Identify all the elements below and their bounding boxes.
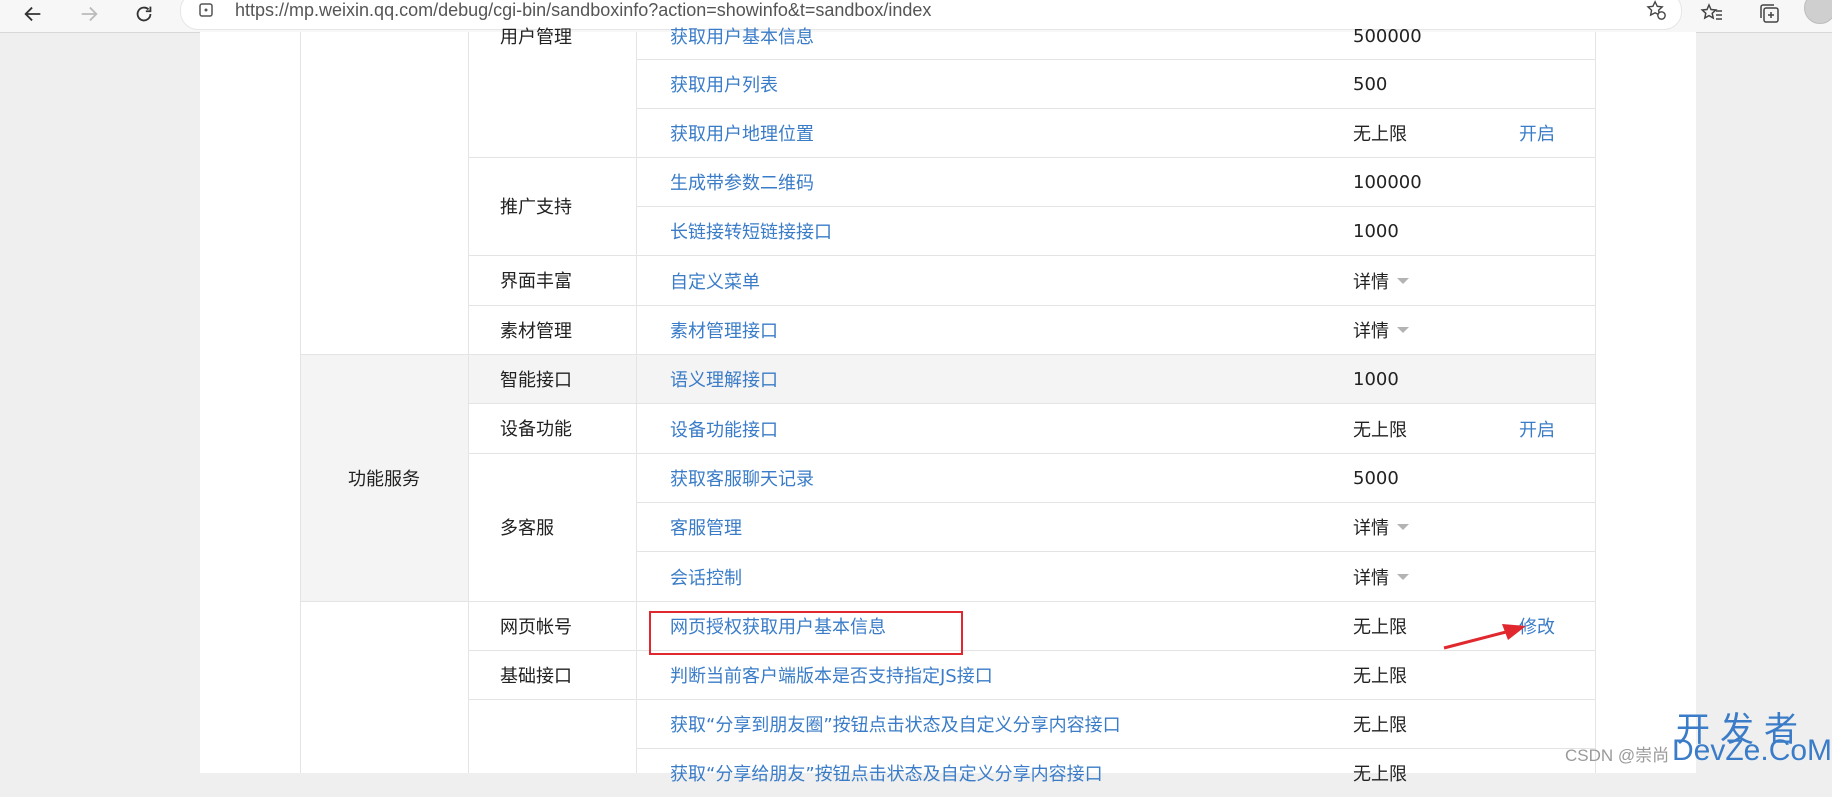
caret-down-icon [1397, 327, 1409, 333]
group-label: 多客服 [500, 518, 554, 539]
page-info-icon[interactable] [197, 1, 215, 19]
caret-down-icon [1397, 524, 1409, 530]
group-label: 素材管理 [500, 320, 572, 342]
caret-down-icon [1397, 277, 1409, 284]
limit-value: 无上限 [1353, 124, 1407, 145]
page-content: 功能服务 用户管理 推广支持 界面丰富 素材管理 智能接口 设备功能 多客服 网… [200, 26, 1696, 785]
forward-icon[interactable] [72, 0, 106, 28]
details-toggle[interactable]: 详情 [1353, 256, 1409, 305]
limit-value: 无上限 [1353, 764, 1407, 785]
api-link[interactable]: 获取“分享到朋友圈”按钮点击状态及自定义分享内容接口 [670, 700, 1121, 748]
api-link[interactable]: 获取用户地理位置 [670, 109, 814, 157]
limit-value: 1000 [1353, 368, 1399, 390]
api-link[interactable]: 长链接转短链接接口 [670, 207, 832, 255]
details-label: 详情 [1353, 567, 1389, 589]
details-toggle[interactable]: 详情 [1353, 503, 1409, 551]
back-icon[interactable] [16, 0, 50, 28]
enable-link[interactable]: 开启 [1519, 109, 1555, 157]
row-highlight [300, 354, 1596, 403]
api-link[interactable]: 获取用户基本信息 [670, 16, 814, 56]
details-toggle[interactable]: 详情 [1353, 306, 1409, 354]
csdn-watermark: CSDN @崇尚 [1565, 746, 1670, 765]
details-toggle[interactable]: 详情 [1353, 552, 1409, 601]
address-bar[interactable]: https://mp.weixin.qq.com/debug/cgi-bin/s… [180, 0, 1682, 30]
favorites-icon[interactable] [1700, 2, 1724, 26]
limit-value: 5000 [1353, 467, 1399, 489]
url-text[interactable]: https://mp.weixin.qq.com/debug/cgi-bin/s… [235, 0, 931, 21]
limit-value: 无上限 [1353, 617, 1407, 638]
api-link[interactable]: 客服管理 [670, 503, 742, 551]
devze-watermark-en: DevZe.CoM [1672, 734, 1832, 767]
api-link[interactable]: 会话控制 [670, 552, 742, 601]
category-label: 功能服务 [348, 468, 420, 490]
group-label: 设备功能 [500, 419, 572, 440]
highlight-box [649, 611, 963, 655]
api-link[interactable]: 自定义菜单 [670, 256, 760, 305]
limit-value: 1000 [1353, 220, 1399, 242]
api-link[interactable]: 获取“分享给朋友”按钮点击状态及自定义分享内容接口 [670, 749, 1103, 797]
annotation-arrow-icon [1443, 624, 1526, 650]
profile-avatar[interactable] [1804, 0, 1832, 24]
group-label: 界面丰富 [500, 271, 572, 292]
api-link[interactable]: 设备功能接口 [670, 404, 778, 453]
api-link[interactable]: 生成带参数二维码 [670, 158, 814, 206]
group-label: 智能接口 [500, 369, 572, 391]
api-link[interactable]: 语义理解接口 [670, 355, 778, 403]
browser-toolbar: https://mp.weixin.qq.com/debug/cgi-bin/s… [0, 0, 1832, 33]
group-label: 网页帐号 [500, 616, 572, 638]
api-link[interactable]: 判断当前客户端版本是否支持指定JS接口 [670, 651, 993, 699]
api-link[interactable]: 获取用户列表 [670, 60, 778, 108]
limit-value: 无上限 [1353, 715, 1407, 736]
collections-icon[interactable] [1758, 2, 1782, 26]
limit-value: 无上限 [1353, 666, 1407, 687]
favorite-add-icon[interactable] [1645, 0, 1667, 21]
api-permission-table: 功能服务 用户管理 推广支持 界面丰富 素材管理 智能接口 设备功能 多客服 网… [300, 26, 1596, 785]
enable-link[interactable]: 开启 [1519, 404, 1555, 453]
details-label: 详情 [1353, 518, 1389, 539]
limit-value: 100000 [1353, 171, 1422, 193]
limit-value: 500000 [1353, 25, 1422, 47]
group-label: 基础接口 [500, 665, 572, 687]
details-label: 详情 [1353, 321, 1389, 342]
api-link[interactable]: 素材管理接口 [670, 306, 778, 354]
group-label: 用户管理 [500, 27, 572, 48]
group-label: 推广支持 [500, 197, 572, 218]
refresh-icon[interactable] [127, 0, 161, 28]
limit-value: 500 [1353, 73, 1388, 95]
limit-value: 无上限 [1353, 419, 1407, 441]
details-label: 详情 [1353, 271, 1389, 293]
api-link[interactable]: 获取客服聊天记录 [670, 454, 814, 502]
caret-down-icon [1397, 573, 1409, 580]
